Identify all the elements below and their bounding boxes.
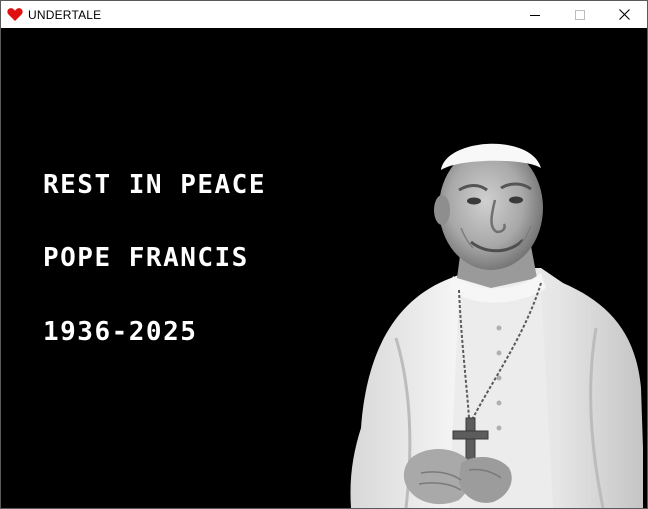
memorial-line-rip: REST IN PEACE <box>43 170 266 200</box>
game-screen[interactable]: REST IN PEACE POPE FRANCIS 1936-2025 <box>5 28 645 508</box>
title-bar[interactable]: UNDERTALE <box>1 1 647 28</box>
window-controls <box>512 1 647 28</box>
game-window: UNDERTALE REST IN PEACE POPE FRANCIS 193… <box>0 0 648 509</box>
minimize-button[interactable] <box>512 1 557 28</box>
right-border <box>643 28 647 508</box>
maximize-icon <box>574 9 585 20</box>
memorial-line-name: POPE FRANCIS <box>43 243 249 273</box>
left-border <box>1 28 5 508</box>
heart-icon <box>7 7 23 23</box>
minimize-icon <box>529 14 540 16</box>
close-button[interactable] <box>602 1 647 28</box>
close-icon <box>619 9 630 20</box>
maximize-button[interactable] <box>557 1 602 28</box>
pope-portrait-image <box>350 143 645 508</box>
memorial-line-years: 1936-2025 <box>43 317 198 347</box>
window-title: UNDERTALE <box>28 7 102 22</box>
